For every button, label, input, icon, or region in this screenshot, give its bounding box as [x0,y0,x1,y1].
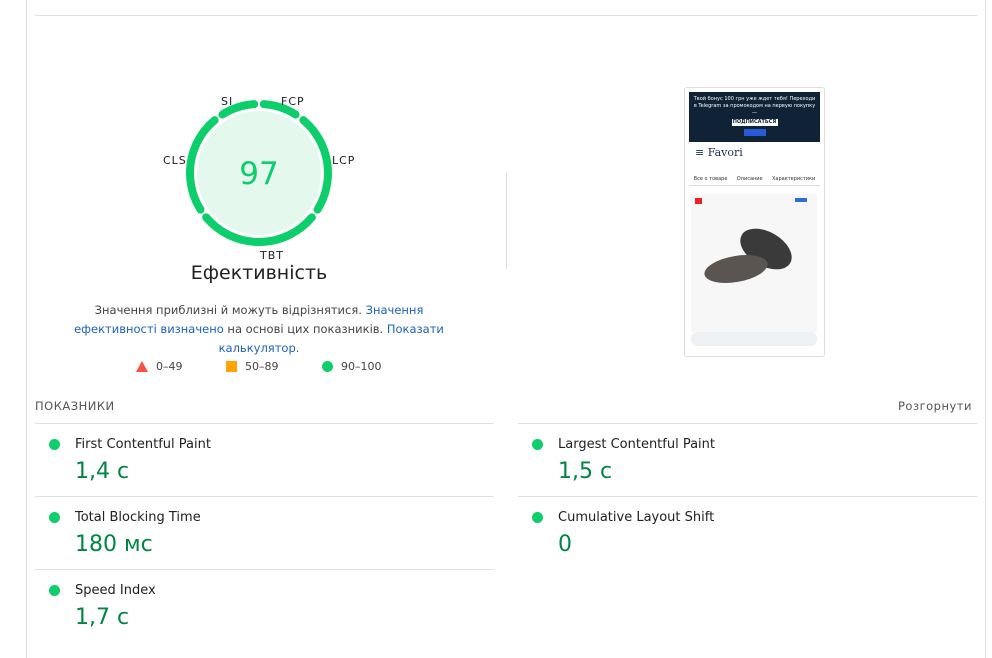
legend-label: 0–49 [156,360,183,373]
shoe-image [695,198,807,283]
score-value: 97 [239,156,278,192]
subscribe-button: ПОДПИСАТЬСЯ [731,119,778,126]
tab: Все о товаре [693,176,728,182]
metric-si: Speed Index 1,7 с [35,569,494,642]
metric-name: First Contentful Paint [75,437,211,452]
banner-text: Твой бонус 100 грн уже ждет тебя! Перехо… [693,96,816,116]
legend-average: 50–89 [226,360,279,373]
metric-value: 1,7 с [75,605,130,630]
metric-cls: Cumulative Layout Shift 0 [518,496,977,569]
metric-value: 180 мс [75,532,153,557]
promo-banner: Твой бонус 100 грн уже ждет тебя! Перехо… [689,92,820,142]
metric-name: Cumulative Layout Shift [558,510,715,525]
product-image [691,194,817,332]
tab: Характеристики [771,176,816,182]
metric-value: 1,4 с [75,459,130,484]
gauge-title: Ефективність [190,262,328,284]
score-description: Значення приблизні й можуть відрізнятися… [60,301,458,358]
gauge-ring: 97 [186,100,332,246]
divider [35,15,977,16]
product-tabs: Все о товаре Описание Характеристики [689,176,820,186]
legend-label: 50–89 [245,360,279,373]
pass-circle-icon [49,512,60,523]
metric-tbt: Total Blocking Time 180 мс [35,496,494,569]
desc-text: на основі цих показників. [223,322,387,336]
brand-logo: ≡ Favori [695,146,743,159]
desc-text: Значення приблизні й можуть відрізнятися… [94,303,366,317]
metric-name: Largest Contentful Paint [558,437,716,452]
divider [506,173,507,269]
segment-label-cls: CLS [163,154,187,167]
bottom-nav [691,332,817,346]
metric-name: Speed Index [75,583,156,598]
brand-name: Favori [707,146,743,159]
triangle-icon [136,361,148,372]
legend-pass: 90–100 [322,360,382,373]
square-icon [226,361,237,372]
segment-label-fcp: FCP [281,95,305,108]
metrics-section-label: ПОКАЗНИКИ [35,399,115,413]
pass-circle-icon [49,439,60,450]
segment-label-tbt: TBT [260,249,284,262]
metric-name: Total Blocking Time [75,510,201,525]
metric-fcp: First Contentful Paint 1,4 с [35,423,494,496]
tab: Описание [736,176,763,182]
segment-label-si: SI [221,95,234,108]
metric-lcp: Largest Contentful Paint 1,5 с [518,423,977,496]
circle-icon [322,361,333,372]
metric-value: 1,5 с [558,459,613,484]
banner-button [743,129,766,136]
pass-circle-icon [532,439,543,450]
expand-button[interactable]: Розгорнути [898,399,972,413]
legend-label: 90–100 [341,360,382,373]
performance-gauge: 97 SI FCP LCP TBT CLS [150,85,370,275]
pass-circle-icon [532,512,543,523]
legend-fail: 0–49 [136,360,183,373]
pass-circle-icon [49,585,60,596]
metric-value: 0 [558,532,572,557]
segment-label-lcp: LCP [332,154,356,167]
page-screenshot: Твой бонус 100 грн уже ждет тебя! Перехо… [684,87,825,357]
